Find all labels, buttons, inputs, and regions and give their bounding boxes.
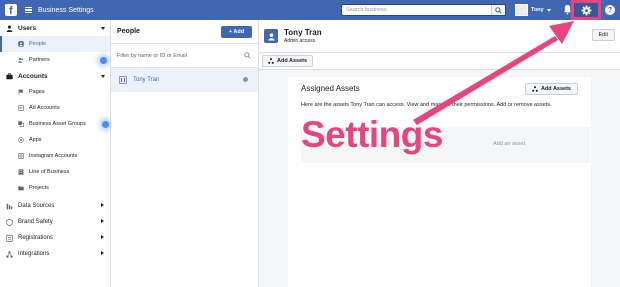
data-sources-icon <box>6 203 13 209</box>
add-assets-tab-label: Add Assets <box>277 58 308 64</box>
folder-icon <box>18 186 24 191</box>
sidebar-item-partners[interactable]: Partners <box>0 52 110 68</box>
active-indicator <box>0 36 2 52</box>
sidebar-section-label: Registrations <box>18 235 54 241</box>
sidebar-item-label: Ad Accounts <box>29 105 60 111</box>
assets-icon <box>532 86 538 92</box>
sidebar-item-label: People <box>29 41 47 47</box>
edit-button[interactable]: Edit <box>591 29 615 41</box>
add-assets-label: Add Assets <box>540 86 571 92</box>
facebook-logo-icon[interactable]: f <box>5 4 17 17</box>
sidebar-item-pages[interactable]: Pages <box>0 84 110 100</box>
user-avatar-icon <box>264 29 278 43</box>
sidebar-section-data-sources[interactable]: Data Sources <box>0 198 110 214</box>
add-assets-button[interactable]: Add Assets <box>524 83 578 95</box>
profile-menu[interactable]: Tony <box>515 4 551 16</box>
chevron-down-icon <box>101 26 105 30</box>
person-list-icon <box>119 76 127 84</box>
registrations-icon <box>6 234 13 242</box>
people-title: People <box>117 28 140 35</box>
add-person-button[interactable]: + Add <box>221 26 252 38</box>
chevron-down-icon <box>101 74 105 78</box>
sidebar-section-integrations[interactable]: Integrations <box>0 246 110 262</box>
sidebar-section-label: Accounts <box>18 72 48 80</box>
search-icon <box>495 6 502 14</box>
people-filter-input[interactable] <box>117 52 237 59</box>
person-icon <box>18 41 24 47</box>
chevron-down-icon <box>546 8 551 12</box>
search-icon <box>244 52 251 59</box>
list-item[interactable]: Tony Tran <box>111 68 258 92</box>
integrations-icon <box>6 250 13 258</box>
sidebar-section-brand-safety[interactable]: Brand Safety <box>0 214 110 230</box>
apps-icon <box>18 137 24 143</box>
assets-title: Assigned Assets <box>301 84 360 93</box>
action-bar: Add Assets <box>259 52 620 70</box>
hamburger-menu-icon[interactable] <box>25 6 32 14</box>
sidebar-item-instagram-accounts[interactable]: Instagram Accounts <box>0 148 110 164</box>
partners-icon <box>18 58 24 63</box>
app-title: Business Settings <box>38 6 94 14</box>
search-input[interactable] <box>342 7 487 13</box>
asset-group-icon <box>18 121 24 127</box>
detail-header: Tony Tran Admin access Edit <box>259 20 620 52</box>
page-title: Tony Tran <box>284 28 322 37</box>
sidebar-item-people[interactable]: People <box>0 36 110 52</box>
help-icon[interactable]: ? <box>605 5 615 15</box>
sidebar-item-label: Partners <box>29 57 50 63</box>
assigned-assets-card: Assigned Assets Add Assets Here are the … <box>288 77 591 287</box>
status-dot <box>243 77 248 82</box>
shield-icon <box>6 218 13 226</box>
hint-dot <box>100 57 107 64</box>
search-button[interactable] <box>491 5 505 15</box>
gear-icon <box>581 5 591 15</box>
empty-assets-text: Add an asset. <box>493 141 527 147</box>
chevron-right-icon <box>101 251 104 255</box>
filter-bar <box>111 44 258 68</box>
add-assets-tab-button[interactable]: Add Assets <box>262 55 314 67</box>
assets-icon <box>268 58 274 64</box>
sidebar-section-accounts[interactable]: Accounts <box>0 68 110 84</box>
sidebar-section-label: Users <box>18 24 37 32</box>
sidebar-item-label: Apps <box>29 137 42 143</box>
sidebar-section-label: Brand Safety <box>18 219 53 225</box>
sidebar-section-registrations[interactable]: Registrations <box>0 230 110 246</box>
role-text: Admin access <box>284 38 316 44</box>
sidebar-item-label: Instagram Accounts <box>29 153 78 159</box>
hint-dot <box>102 121 109 128</box>
chevron-right-icon <box>101 235 104 239</box>
sidebar-item-label: Business Asset Groups <box>29 121 86 127</box>
assets-description: Here are the assets Tony Tran can access… <box>301 102 552 108</box>
settings-button[interactable] <box>571 0 601 20</box>
ad-account-icon <box>18 105 24 111</box>
people-panel: People + Add Tony Tran <box>111 20 259 287</box>
sidebar: Users People Partners Accounts Pages Ad … <box>0 20 111 287</box>
sidebar-item-projects[interactable]: Projects <box>0 180 110 196</box>
search-box <box>341 4 506 16</box>
people-header: People + Add <box>111 20 258 44</box>
sidebar-item-line-of-business[interactable]: Line of Business <box>0 164 110 180</box>
sidebar-item-ad-accounts[interactable]: Ad Accounts <box>0 100 110 116</box>
sidebar-item-label: Pages <box>29 89 45 95</box>
sidebar-item-label: Projects <box>29 185 49 191</box>
chevron-right-icon <box>101 219 104 223</box>
sidebar-item-apps[interactable]: Apps <box>0 132 110 148</box>
avatar <box>515 4 528 16</box>
annotation-label: Settings <box>301 114 443 155</box>
sidebar-section-label: Integrations <box>18 251 50 257</box>
sidebar-section-users[interactable]: Users <box>0 20 110 36</box>
flag-icon <box>18 89 24 95</box>
instagram-icon <box>18 153 24 159</box>
person-name: Tony Tran <box>133 77 160 83</box>
sidebar-item-business-asset-groups[interactable]: Business Asset Groups <box>0 116 110 132</box>
top-bar: f Business Settings Tony <box>0 0 620 20</box>
chevron-right-icon <box>101 203 104 207</box>
briefcase-icon <box>6 72 13 79</box>
line-of-business-icon <box>18 169 24 175</box>
profile-name: Tony <box>531 7 544 13</box>
sidebar-item-label: Line of Business <box>29 169 70 175</box>
sidebar-section-label: Data Sources <box>18 203 55 209</box>
users-icon <box>6 25 13 32</box>
